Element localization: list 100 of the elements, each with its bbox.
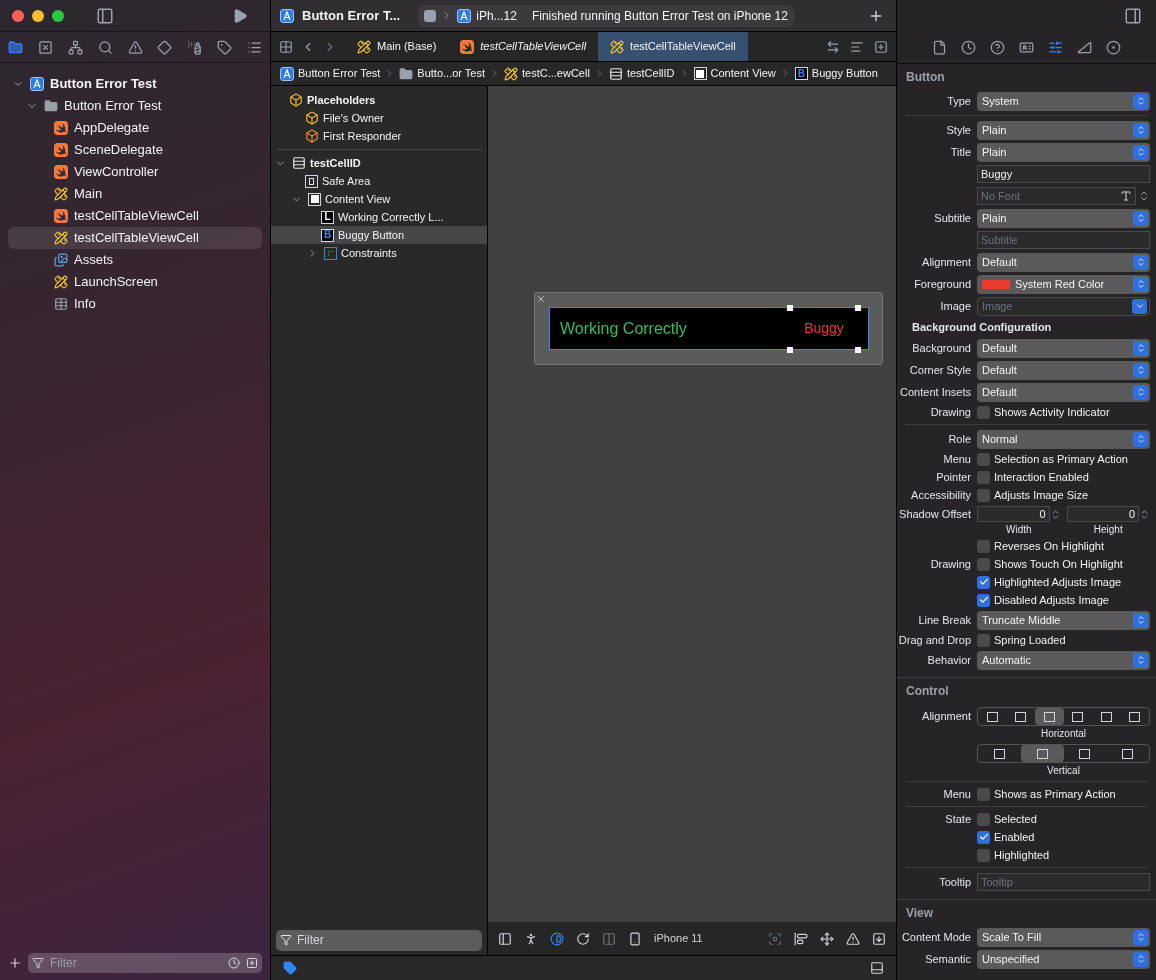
- appearance-icon[interactable]: [550, 931, 564, 946]
- close-window-button[interactable]: [12, 9, 24, 22]
- alignment-segment[interactable]: [1020, 745, 1064, 762]
- tag-icon[interactable]: [217, 39, 233, 55]
- resize-handle[interactable]: [855, 304, 861, 311]
- close-icon[interactable]: [536, 294, 546, 304]
- focus-icon[interactable]: [768, 931, 782, 946]
- checkbox[interactable]: [977, 848, 990, 862]
- breadcrumb-item[interactable]: testCellID: [608, 65, 675, 82]
- outline-item[interactable]: Safe Area: [271, 172, 487, 190]
- navigator-item[interactable]: testCellTableViewCell: [8, 227, 262, 249]
- outline-item[interactable]: Constraints: [271, 244, 487, 262]
- breadcrumb-item[interactable]: Content View: [693, 65, 776, 82]
- resize-handle[interactable]: [787, 304, 793, 311]
- popup-button[interactable]: Truncate Middle: [977, 610, 1150, 630]
- outline-item[interactable]: Placeholders: [271, 91, 487, 109]
- navigator-item[interactable]: Assets: [8, 249, 262, 271]
- navigator-item[interactable]: ViewController: [8, 161, 262, 183]
- popup-button[interactable]: System Red Color: [977, 274, 1150, 294]
- segmented-control[interactable]: [977, 707, 1150, 726]
- checkbox[interactable]: [977, 452, 990, 466]
- editor-tab[interactable]: Main (Base): [345, 32, 449, 61]
- zoom-window-button[interactable]: [52, 9, 64, 22]
- clock-icon[interactable]: [228, 957, 240, 969]
- minimize-window-button[interactable]: [32, 9, 44, 22]
- navigator-item[interactable]: Button Error Test: [8, 73, 262, 95]
- checkbox[interactable]: [977, 539, 990, 553]
- checkbox[interactable]: [977, 593, 990, 607]
- table-cell-frame[interactable]: Working Correctly Buggy: [534, 292, 883, 365]
- popup-button[interactable]: Automatic: [977, 650, 1150, 670]
- editor-tab[interactable]: testCellTableViewCell: [598, 32, 748, 61]
- grid-icon[interactable]: [279, 39, 293, 54]
- folder-icon[interactable]: [8, 39, 23, 55]
- segmented-control[interactable]: [977, 744, 1150, 763]
- checkbox[interactable]: [977, 633, 990, 647]
- stepper-icon[interactable]: [1138, 190, 1150, 202]
- outline-item[interactable]: First Responder: [271, 127, 487, 145]
- file-icon[interactable]: [932, 39, 947, 55]
- sidebar-toggle-icon[interactable]: [96, 6, 114, 25]
- phone-icon[interactable]: [628, 931, 642, 946]
- id-card-icon[interactable]: [1019, 39, 1034, 55]
- text-field[interactable]: Buggy: [977, 165, 1150, 183]
- checkbox[interactable]: [977, 812, 990, 826]
- text-field[interactable]: Subtitle: [977, 231, 1150, 249]
- inspector-toggle-icon[interactable]: [1124, 6, 1142, 25]
- plus-minus-icon[interactable]: [246, 957, 258, 969]
- text-field[interactable]: Tooltip: [977, 873, 1150, 891]
- panel-icon[interactable]: [498, 931, 512, 946]
- diamond-icon[interactable]: [157, 39, 173, 55]
- checkbox[interactable]: [977, 830, 990, 844]
- number-field[interactable]: 0: [1066, 506, 1139, 522]
- lines-icon[interactable]: [850, 39, 864, 54]
- outline-item[interactable]: L Working Correctly L...: [271, 208, 487, 226]
- list-icon[interactable]: [247, 39, 262, 55]
- filter-field[interactable]: Filter: [276, 929, 482, 951]
- checkbox[interactable]: [977, 405, 990, 419]
- editor-tab[interactable]: testCellTableViewCell: [448, 32, 599, 61]
- warning-icon[interactable]: [127, 39, 143, 55]
- checkbox[interactable]: [977, 470, 990, 484]
- navigator-item[interactable]: AppDelegate: [8, 117, 262, 139]
- breadcrumb-item[interactable]: Butto...or Test: [399, 65, 485, 82]
- columns-icon[interactable]: [602, 931, 616, 946]
- popup-button[interactable]: Default: [977, 382, 1150, 402]
- popup-button[interactable]: Default: [977, 360, 1150, 380]
- tag-icon[interactable]: [283, 961, 297, 975]
- accessibility-icon[interactable]: [524, 931, 538, 946]
- clock-icon[interactable]: [961, 39, 976, 55]
- spray-can-icon[interactable]: [187, 39, 203, 55]
- navigator-item[interactable]: LaunchScreen: [8, 271, 262, 293]
- move-icon[interactable]: [820, 931, 834, 946]
- canvas-button[interactable]: Buggy: [790, 307, 858, 350]
- navigator-item[interactable]: Button Error Test: [8, 95, 262, 117]
- outline-item[interactable]: B Buggy Button: [271, 226, 487, 244]
- popup-button[interactable]: Plain: [977, 208, 1150, 228]
- number-field[interactable]: 0: [977, 506, 1050, 522]
- rotate-icon[interactable]: [576, 931, 590, 946]
- device-name[interactable]: iPhone 11: [654, 930, 703, 947]
- ruler-icon[interactable]: [1077, 39, 1092, 55]
- help-icon[interactable]: [990, 39, 1005, 55]
- hierarchy-icon[interactable]: [67, 39, 83, 55]
- popup-button[interactable]: Default: [977, 252, 1150, 272]
- square-x-icon[interactable]: [37, 39, 53, 55]
- outline-item[interactable]: testCellID: [271, 154, 487, 172]
- checkbox[interactable]: [977, 488, 990, 502]
- stepper-icon[interactable]: [1139, 508, 1150, 520]
- sliders-icon[interactable]: [1048, 39, 1063, 55]
- resize-handle[interactable]: [787, 346, 793, 353]
- add-editor-icon[interactable]: [874, 39, 888, 54]
- navigator-item[interactable]: testCellTableViewCell: [8, 205, 262, 227]
- popup-button[interactable]: Default: [977, 338, 1150, 358]
- popup-button[interactable]: Scale To Fill: [977, 927, 1150, 947]
- navigator-item[interactable]: Main: [8, 183, 262, 205]
- disclosure-icon[interactable]: [307, 247, 318, 259]
- navigator-item[interactable]: SceneDelegate: [8, 139, 262, 161]
- alignment-segment[interactable]: [1035, 708, 1064, 725]
- search-icon[interactable]: [97, 39, 113, 55]
- popup-button[interactable]: Plain: [977, 142, 1150, 162]
- checkbox[interactable]: [977, 575, 990, 589]
- embed-icon[interactable]: [872, 931, 886, 946]
- popup-button[interactable]: Normal: [977, 429, 1150, 449]
